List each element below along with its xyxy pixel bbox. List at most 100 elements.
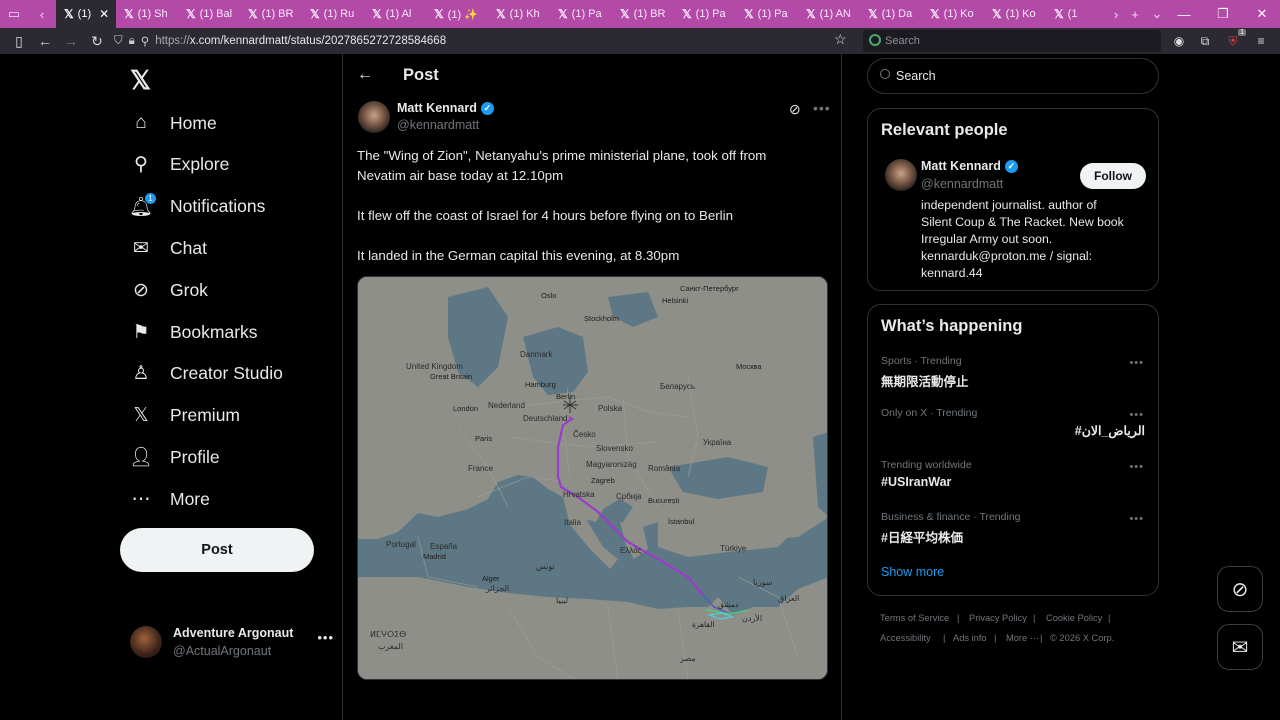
avatar[interactable] xyxy=(885,159,917,191)
post-button[interactable]: Post xyxy=(120,528,314,572)
trend-more-icon[interactable]: ••• xyxy=(1129,409,1144,421)
map-label-hamburg: Hamburg xyxy=(525,380,556,389)
map-label-ukraina: Україна xyxy=(703,438,732,447)
browser-tab[interactable]: 𝕏 (1) Ko xyxy=(984,0,1046,28)
browser-tab[interactable]: 𝕏 (1) AN xyxy=(798,0,860,28)
trend-more-icon[interactable]: ••• xyxy=(1129,461,1144,473)
map-label-portugal: Portugal xyxy=(386,540,416,549)
reload-icon[interactable]: ↻ xyxy=(84,28,110,54)
forward-icon[interactable]: → xyxy=(58,28,84,54)
relevant-person-name-text: Matt Kennard xyxy=(921,159,1001,173)
browser-tab[interactable]: 𝕏 (1) BR xyxy=(612,0,674,28)
browser-tab[interactable]: 𝕏 (1) Ko xyxy=(922,0,984,28)
x-favicon-icon: 𝕏 xyxy=(186,7,196,21)
grok-explain-icon[interactable]: ⊘ xyxy=(789,101,801,118)
x-favicon-icon: 𝕏 xyxy=(806,7,816,21)
lock-icon[interactable]: 🔒︎ xyxy=(129,35,135,48)
grok-fab-icon[interactable]: ⊘ xyxy=(1217,566,1263,612)
trend-more-icon[interactable]: ••• xyxy=(1129,357,1144,369)
nav-item-chat[interactable]: ✉ Chat xyxy=(130,228,207,268)
browser-tab[interactable]: 𝕏 (1) Pa xyxy=(674,0,736,28)
account-icon[interactable]: ◉ xyxy=(1170,32,1188,50)
menu-icon[interactable]: ≡ xyxy=(1252,32,1270,50)
shield-icon[interactable]: ⛉ xyxy=(114,35,123,48)
new-tab-icon[interactable]: + xyxy=(1124,0,1146,28)
footer-separator: | xyxy=(943,633,946,643)
show-more-link[interactable]: Show more xyxy=(881,565,944,579)
browser-tab[interactable]: 𝕏 (1) Da xyxy=(860,0,922,28)
address-bar[interactable]: ⛉ 🔒︎ ⚲ https://x.com/kennardmatt/status/… xyxy=(114,31,856,51)
bookmark-icon: ⚑ xyxy=(132,321,150,343)
browser-tab[interactable]: 𝕏 (1 xyxy=(1046,0,1108,28)
tab-scroll-left-icon[interactable]: ‹ xyxy=(28,0,56,28)
footer-ads-link[interactable]: Ads info xyxy=(953,633,987,643)
nav-item-explore[interactable]: ⚲ Explore xyxy=(130,145,229,185)
back-arrow-icon[interactable]: ← xyxy=(357,66,373,84)
map-label-nederland: Nederland xyxy=(488,401,525,410)
x-logo-icon[interactable]: 𝕏 xyxy=(130,65,151,96)
footer-cookie-link[interactable]: Cookie Policy xyxy=(1046,613,1102,623)
post-more-icon[interactable]: ••• xyxy=(813,100,831,116)
browser-tab[interactable]: 𝕏 (1) ✨ xyxy=(426,0,488,28)
browser-tab-label: (1) xyxy=(77,8,92,20)
nav-item-more[interactable]: ⋯ More xyxy=(130,479,210,519)
relevant-person-handle[interactable]: @kennardmatt xyxy=(921,177,1003,191)
browser-tab-label: (1) Pa xyxy=(757,8,788,20)
author-handle[interactable]: @kennardmatt xyxy=(397,118,479,132)
browser-tab[interactable]: 𝕏 (1) Bal xyxy=(178,0,240,28)
browser-tab[interactable]: 𝕏 (1) Ru xyxy=(302,0,364,28)
browser-tab[interactable]: 𝕏 (1) Al xyxy=(364,0,426,28)
browser-search-input[interactable]: Search xyxy=(863,30,1161,52)
nav-item-creator-studio[interactable]: ♙ Creator Studio xyxy=(130,354,282,394)
close-window-icon[interactable]: ✕ xyxy=(1242,0,1280,28)
map-label-gb: Great Britain xyxy=(430,372,472,381)
sidebar-toggle-icon[interactable]: ▯ xyxy=(6,28,32,54)
browser-tab[interactable]: 𝕏 (1) BR xyxy=(240,0,302,28)
nav-item-bookmarks[interactable]: ⚑ Bookmarks xyxy=(130,312,257,352)
nav-item-grok[interactable]: ⊘ Grok xyxy=(130,270,208,310)
back-icon[interactable]: ← xyxy=(32,28,58,54)
ublock-icon[interactable]: ⛨ 1 xyxy=(1224,29,1246,50)
follow-button[interactable]: Follow xyxy=(1080,163,1146,189)
browser-tab[interactable]: 𝕏 (1) Kh xyxy=(488,0,550,28)
trend-name[interactable]: #日経平均株価 xyxy=(881,527,963,546)
map-label-morocco: المغرب xyxy=(378,642,403,651)
map-label-slovensko: Slovensko xyxy=(596,444,633,453)
browser-tab[interactable]: 𝕏 (1) ✕ xyxy=(56,0,116,28)
author-name[interactable]: Matt Kennard ✓ xyxy=(397,101,494,115)
relevant-person-name[interactable]: Matt Kennard ✓ xyxy=(921,159,1018,173)
footer-accessibility-link[interactable]: Accessibility xyxy=(880,633,931,643)
browser-tab[interactable]: 𝕏 (1) Pa xyxy=(550,0,612,28)
close-tab-icon[interactable]: ✕ xyxy=(99,7,109,21)
map-label-moskva: Москва xyxy=(736,362,762,371)
account-switcher[interactable]: Adventure Argonaut @ActualArgonaut ••• xyxy=(130,624,334,664)
x-search-input[interactable]: Search xyxy=(867,58,1159,94)
bookmark-star-icon[interactable]: ☆ xyxy=(834,31,847,48)
trend-name[interactable]: #USIranWar xyxy=(881,475,951,489)
permissions-icon[interactable]: ⚲ xyxy=(141,34,149,48)
browser-tab[interactable]: 𝕏 (1) Sh xyxy=(116,0,178,28)
nav-item-profile[interactable]: 👤︎ Profile xyxy=(129,437,220,477)
tab-overview-icon[interactable]: ▭ xyxy=(0,0,28,28)
minimize-icon[interactable]: — xyxy=(1164,0,1204,28)
tab-scroll-right-icon[interactable]: › xyxy=(1108,0,1124,28)
trend-more-icon[interactable]: ••• xyxy=(1129,513,1144,525)
x-favicon-icon: 𝕏 xyxy=(372,7,382,21)
footer-privacy-link[interactable]: Privacy Policy xyxy=(969,613,1027,623)
messages-fab-icon[interactable]: ✉ xyxy=(1217,624,1263,670)
restore-icon[interactable]: ❐ xyxy=(1203,0,1243,28)
browser-tab[interactable]: 𝕏 (1) Pa xyxy=(736,0,798,28)
trend-name[interactable]: 無期限活動停止 xyxy=(881,371,969,390)
nav-item-notifications[interactable]: 🔔︎ 1 Notifications xyxy=(129,187,265,227)
trend-name[interactable]: #الرياض_الان xyxy=(1075,423,1145,438)
more-dots-icon[interactable]: ••• xyxy=(317,630,334,645)
footer-more-link[interactable]: More ··· xyxy=(1006,633,1039,643)
extensions-icon[interactable]: ⧉ xyxy=(1196,32,1214,50)
footer-terms-link[interactable]: Terms of Service xyxy=(880,613,949,623)
map-label-jazair: الجزائر xyxy=(485,584,509,593)
flight-route-map[interactable]: Oslo Stockholm Санкт-Петербург Helsinki … xyxy=(357,276,828,680)
nav-item-home[interactable]: ⌂ Home xyxy=(130,103,216,143)
author-avatar[interactable] xyxy=(358,101,390,133)
nav-item-premium[interactable]: 𝕏 Premium xyxy=(130,396,240,436)
main-column: ← Post Matt Kennard ✓ @kennardmatt ⊘ •••… xyxy=(342,54,842,720)
